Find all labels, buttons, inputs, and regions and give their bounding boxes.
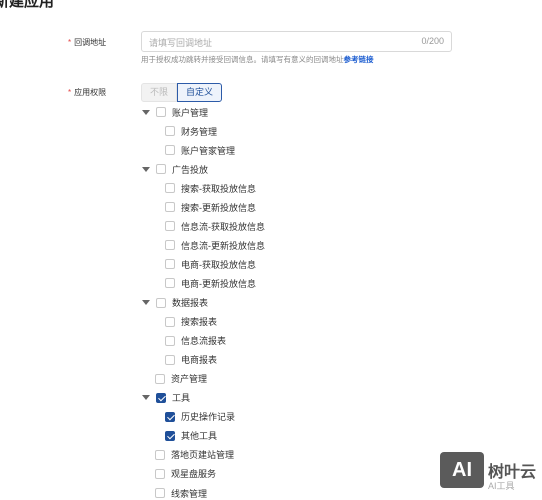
permissions-label-text: 应用权限 (74, 88, 107, 97)
permission-scope-toggle: 不限 自定义 (141, 83, 223, 102)
tree-node[interactable]: 落地页建站管理 (155, 448, 234, 462)
tree-child-node[interactable]: 账户管家管理 (165, 143, 235, 157)
tree-item-label: 其他工具 (181, 431, 218, 442)
tree-item-label: 信息流报表 (181, 336, 227, 347)
tree-child-node[interactable]: 电商-更新投放信息 (165, 276, 256, 290)
callback-url-input[interactable]: 请填写回调地址 0/200 (141, 31, 452, 52)
tree-item-label: 广告投放 (172, 164, 209, 175)
tree-item-label: 信息流-获取投放信息 (181, 221, 265, 232)
tree-child-node[interactable]: 电商-获取投放信息 (165, 257, 256, 271)
caret-down-icon[interactable] (142, 395, 150, 401)
reference-link[interactable]: 参考链接 (344, 55, 374, 64)
tree-item-label: 历史操作记录 (181, 412, 236, 423)
checkbox[interactable] (155, 449, 165, 460)
tree-item-label: 电商-获取投放信息 (181, 259, 256, 270)
tree-child-node[interactable]: 搜索-获取投放信息 (165, 181, 256, 195)
checkbox[interactable] (155, 373, 165, 384)
checkbox[interactable] (165, 240, 175, 251)
tree-item-label: 账户管家管理 (181, 145, 236, 156)
tree-item-label: 资产管理 (171, 374, 208, 385)
tree-child-node[interactable]: 电商报表 (165, 353, 217, 367)
checkbox[interactable] (165, 202, 175, 213)
tree-node[interactable]: 资产管理 (155, 372, 207, 386)
tree-item-label: 数据报表 (172, 298, 209, 308)
tree-item-label: 财务管理 (181, 126, 218, 137)
tree-child-node[interactable]: 历史操作记录 (165, 410, 235, 424)
tree-item-label: 落地页建站管理 (171, 450, 235, 461)
checkbox[interactable] (165, 278, 175, 289)
tree-child-node[interactable]: 其他工具 (165, 429, 217, 443)
tree-item-label: 工具 (172, 393, 191, 404)
tree-node[interactable]: 工具 (142, 391, 190, 405)
checkbox[interactable] (165, 126, 175, 137)
caret-down-icon[interactable] (142, 109, 150, 115)
tree-node[interactable]: 线索管理 (155, 486, 207, 500)
checkbox[interactable] (165, 316, 175, 327)
tree-child-node[interactable]: 信息流-更新投放信息 (165, 238, 265, 252)
checkbox[interactable] (156, 164, 166, 175)
checkbox[interactable] (155, 488, 165, 498)
callback-hint-text: 用于授权成功跳转并接受回调信息。请填写有意义的回调地址 (141, 55, 344, 64)
caret-down-icon[interactable] (142, 300, 150, 305)
tree-node[interactable]: 数据报表 (142, 296, 208, 310)
required-mark: * (68, 88, 72, 97)
callback-label: * 回调地址 (68, 37, 106, 49)
checkbox[interactable] (156, 107, 166, 117)
callback-label-text: 回调地址 (74, 38, 107, 47)
watermark-logo: AI 树叶云 AI工具 (440, 452, 542, 492)
checkbox[interactable] (165, 221, 175, 232)
watermark-mark: AI (440, 452, 484, 488)
tree-item-label: 电商报表 (181, 355, 218, 366)
checkbox[interactable] (165, 259, 175, 270)
tree-child-node[interactable]: 信息流-获取投放信息 (165, 219, 265, 233)
unlimited-option[interactable]: 不限 (141, 83, 178, 102)
callback-url-placeholder: 请填写回调地址 (149, 38, 213, 48)
checkbox-checked[interactable] (165, 411, 175, 422)
permissions-label: * 应用权限 (68, 87, 106, 99)
checkbox-checked[interactable] (165, 430, 175, 441)
checkbox[interactable] (156, 297, 166, 308)
tree-node[interactable]: 观星盘服务 (155, 467, 216, 481)
tree-node[interactable]: 账户管理 (142, 105, 208, 119)
checkbox[interactable] (165, 354, 175, 365)
tree-item-label: 搜索-获取投放信息 (181, 183, 256, 194)
watermark-sub: AI工具 (488, 481, 515, 491)
required-mark: * (68, 38, 72, 47)
page-title: 新建应用 (0, 0, 55, 10)
checkbox[interactable] (165, 145, 175, 156)
tree-child-node[interactable]: 信息流报表 (165, 334, 226, 348)
tree-child-node[interactable]: 搜索报表 (165, 315, 217, 329)
tree-item-label: 线索管理 (171, 488, 208, 499)
tree-item-label: 观星盘服务 (171, 469, 217, 480)
tree-item-label: 电商-更新投放信息 (181, 278, 256, 289)
custom-option[interactable]: 自定义 (177, 83, 223, 102)
checkbox[interactable] (155, 468, 165, 479)
tree-item-label: 搜索报表 (181, 317, 218, 328)
tree-child-node[interactable]: 财务管理 (165, 124, 217, 138)
checkbox-checked[interactable] (156, 392, 166, 403)
caret-down-icon[interactable] (142, 166, 150, 172)
tree-item-label: 信息流-更新投放信息 (181, 240, 265, 251)
callback-hint: 用于授权成功跳转并接受回调信息。请填写有意义的回调地址参考链接 (141, 54, 374, 65)
char-counter: 0/200 (421, 36, 444, 46)
tree-node[interactable]: 广告投放 (142, 162, 208, 176)
checkbox[interactable] (165, 183, 175, 194)
tree-child-node[interactable]: 搜索-更新投放信息 (165, 200, 256, 214)
checkbox[interactable] (165, 335, 175, 346)
tree-item-label: 搜索-更新投放信息 (181, 202, 256, 213)
tree-item-label: 账户管理 (172, 107, 209, 118)
